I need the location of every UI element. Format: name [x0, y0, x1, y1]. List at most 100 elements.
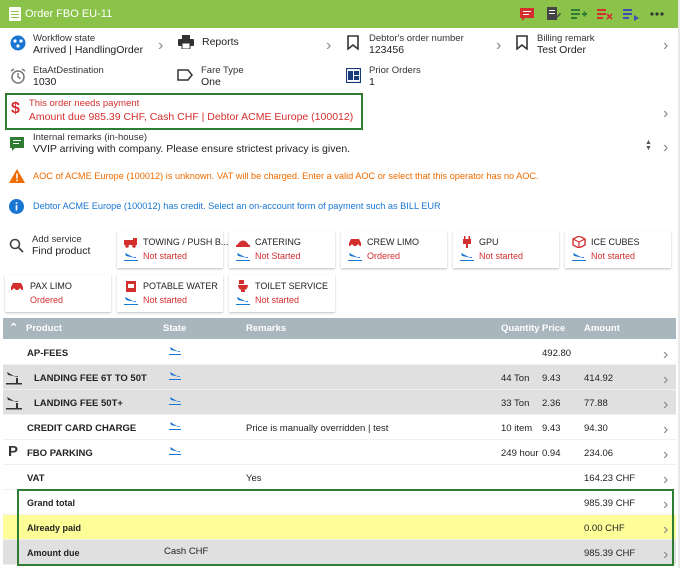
remarks-label: Internal remarks (in-house)	[33, 132, 148, 143]
scroll-down-icon[interactable]: ▼	[645, 145, 652, 152]
row-price: 492.80	[542, 348, 572, 359]
plane-landing-icon	[236, 297, 250, 305]
add-service[interactable]: Add service Find product	[9, 234, 90, 258]
service-name: ICE CUBES	[591, 237, 640, 247]
row-remarks: Yes	[246, 473, 262, 484]
power-plug-icon	[463, 236, 471, 248]
col-price[interactable]: Price	[542, 323, 565, 334]
billing-remark[interactable]: Billing remark Test Order	[516, 33, 595, 57]
service-card-crew-limo[interactable]: CREW LIMO Ordered	[341, 231, 447, 268]
internal-remarks[interactable]: Internal remarks (in-house) VVIP arrivin…	[9, 132, 350, 156]
service-card-ice-cubes[interactable]: ICE CUBES Not started	[565, 231, 671, 268]
fare-label: Fare Type	[201, 65, 244, 76]
products-table-header: ⌃ Product State Remarks Quantity Price A…	[3, 318, 676, 339]
eta-destination[interactable]: EtaAtDestination 1030	[10, 65, 104, 89]
workflow-value: Arrived | HandlingOrder	[33, 44, 144, 56]
chevron-right-icon[interactable]	[496, 38, 501, 53]
plane-landing-icon	[169, 447, 181, 455]
row-product: LANDING FEE 50T+	[34, 398, 123, 409]
workflow-icon	[10, 35, 26, 51]
billing-label: Billing remark	[537, 33, 595, 44]
row-quantity: 33 Ton	[501, 398, 530, 409]
row-product: VAT	[27, 473, 45, 484]
order-title: Order FBO EU-11	[9, 7, 518, 21]
service-card-potable-water[interactable]: POTABLE WATER Not started	[117, 275, 223, 312]
plane-landing-icon	[169, 372, 181, 380]
bookmark-icon	[347, 35, 359, 50]
row-price: 0.94	[542, 448, 561, 459]
col-product[interactable]: Product	[26, 323, 62, 334]
playlist-play-icon[interactable]	[622, 5, 640, 23]
find-product-input[interactable]: Find product	[32, 245, 90, 258]
remarks-scroll-arrows[interactable]: ▲ ▼	[645, 139, 652, 152]
edit-document-icon[interactable]	[544, 5, 562, 23]
row-amount: 77.88	[584, 398, 608, 409]
tow-truck-icon	[124, 238, 137, 248]
prior-orders[interactable]: Prior Orders 1	[346, 65, 421, 89]
service-status: Not started	[255, 295, 300, 305]
comment-icon[interactable]	[518, 5, 536, 23]
plane-landing-icon	[572, 253, 586, 261]
col-state[interactable]: State	[163, 323, 186, 334]
sort-up-icon[interactable]: ⌃	[9, 321, 18, 334]
service-name: CREW LIMO	[367, 237, 420, 247]
chevron-right-icon[interactable]	[663, 140, 668, 155]
row-product: CREDIT CARD CHARGE	[27, 423, 137, 434]
add-list-icon[interactable]	[570, 5, 588, 23]
debtor-order-number[interactable]: Debtor's order number 123456	[347, 33, 464, 57]
service-name: TOWING / PUSH B...	[143, 237, 229, 247]
col-amount[interactable]: Amount	[584, 323, 620, 334]
chevron-right-icon[interactable]	[326, 38, 331, 53]
workflow-label: Workflow state	[33, 33, 96, 44]
payment-notice[interactable]: $ This order needs payment Amount due 98…	[11, 98, 353, 124]
chevron-right-icon[interactable]	[663, 447, 668, 462]
row-price: 9.43	[542, 373, 561, 384]
chevron-right-icon[interactable]	[663, 422, 668, 437]
dollar-icon: $	[11, 100, 20, 117]
service-card-pax-limo[interactable]: PAX LIMO Ordered	[5, 275, 111, 312]
row-quantity: 249 hour	[501, 448, 539, 459]
workflow-state[interactable]: Workflow state Arrived | HandlingOrder	[10, 33, 143, 57]
col-quantity[interactable]: Quantity	[501, 323, 540, 334]
table-row[interactable]: LANDING FEE 50T+ 33 Ton 2.36 77.88	[3, 390, 676, 415]
service-name: GPU	[479, 237, 499, 247]
remarks-text: VVIP arriving with company. Please ensur…	[33, 143, 351, 155]
col-remarks[interactable]: Remarks	[246, 323, 286, 334]
service-name: CATERING	[255, 237, 301, 247]
table-row[interactable]: VAT Yes 164.23 CHF	[3, 465, 676, 490]
chevron-right-icon[interactable]	[663, 38, 668, 53]
service-status: Not started	[143, 295, 188, 305]
service-card-toilet-service[interactable]: TOILET SERVICE Not started	[229, 275, 335, 312]
row-quantity: 10 item	[501, 423, 533, 434]
alarm-clock-icon	[10, 68, 26, 84]
chevron-right-icon[interactable]	[663, 347, 668, 362]
table-row[interactable]: AP-FEES 492.80	[3, 340, 676, 365]
service-card-catering[interactable]: CATERING Not Started	[229, 231, 335, 268]
plane-landing-icon	[169, 397, 181, 405]
reports-link[interactable]: Reports	[178, 35, 239, 49]
chevron-right-icon[interactable]	[158, 38, 163, 53]
table-row[interactable]: CREDIT CARD CHARGE Price is manually ove…	[3, 415, 676, 440]
landing-fee-icon	[6, 397, 22, 410]
service-card-towing[interactable]: TOWING / PUSH B... Not started	[117, 231, 228, 268]
table-row[interactable]: P FBO PARKING 249 hour 0.94 234.06	[3, 440, 676, 465]
car-icon	[11, 283, 23, 292]
service-card-gpu[interactable]: GPU Not started	[453, 231, 559, 268]
table-row[interactable]: LANDING FEE 6T TO 50T 44 Ton 9.43 414.92	[3, 365, 676, 390]
chevron-right-icon[interactable]	[663, 397, 668, 412]
calendar-numbers-icon	[346, 68, 361, 83]
fare-type[interactable]: Fare Type One	[177, 65, 244, 89]
remove-list-icon[interactable]	[596, 5, 614, 23]
credit-info: Debtor ACME Europe (100012) has credit. …	[9, 199, 441, 214]
service-status: Not Started	[255, 251, 301, 261]
chevron-right-icon[interactable]	[663, 372, 668, 387]
plane-landing-icon	[169, 422, 181, 430]
toilet-icon	[238, 280, 248, 292]
chevron-right-icon[interactable]	[663, 472, 668, 487]
chevron-right-icon[interactable]	[663, 106, 668, 121]
row-product: FBO PARKING	[27, 448, 93, 459]
billing-value: Test Order	[537, 44, 587, 56]
more-options-icon[interactable]	[648, 5, 666, 23]
row-amount: 234.06	[584, 448, 614, 459]
plane-landing-icon	[124, 253, 138, 261]
